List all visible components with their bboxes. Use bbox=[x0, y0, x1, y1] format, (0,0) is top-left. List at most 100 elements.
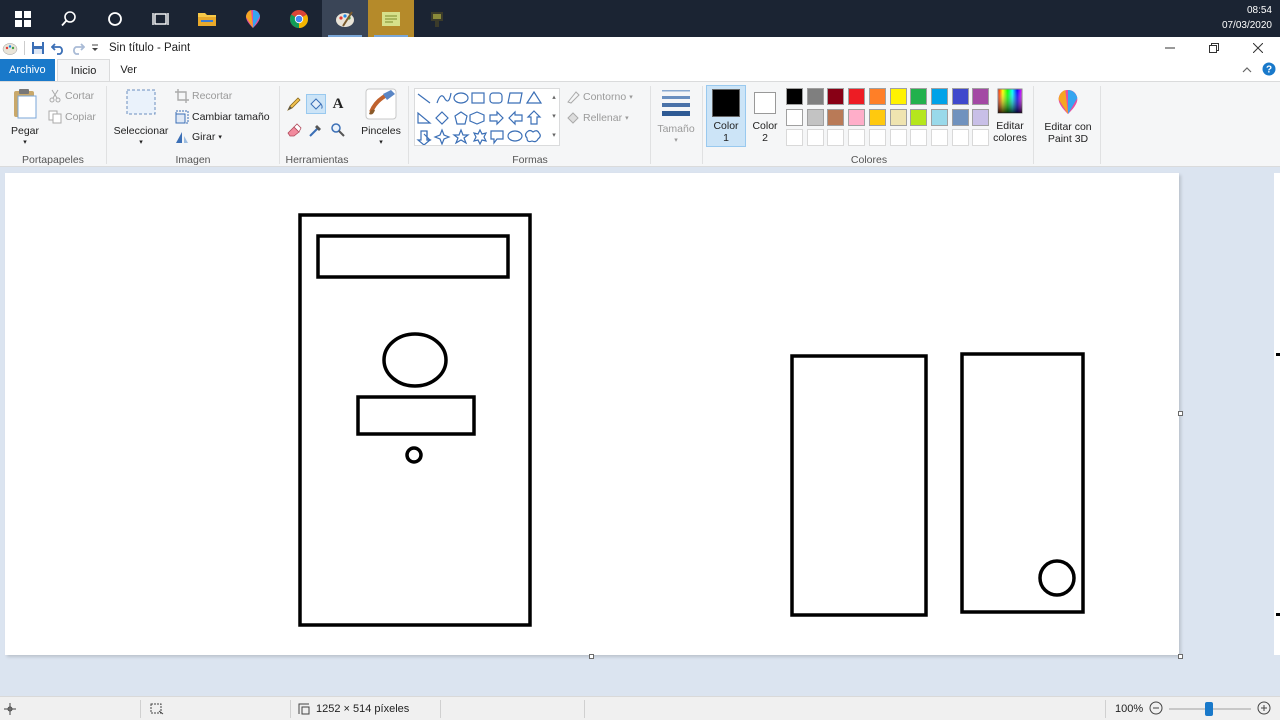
custom-color-slot[interactable] bbox=[868, 129, 886, 146]
save-icon[interactable] bbox=[31, 41, 45, 55]
shapes-gallery-scroll[interactable]: ▴ ▾ ▾ bbox=[548, 88, 560, 146]
help-icon[interactable]: ? bbox=[1262, 62, 1276, 79]
shapes-gallery[interactable] bbox=[414, 88, 560, 146]
palette-swatch[interactable] bbox=[827, 88, 845, 105]
fill-tool[interactable] bbox=[306, 94, 326, 114]
edit-colors-button[interactable]: Editar colores bbox=[990, 87, 1030, 144]
select-button[interactable]: Seleccionar ▾ bbox=[111, 88, 171, 149]
color2-button[interactable]: Color 2 bbox=[746, 85, 784, 147]
outline-button[interactable]: Contorno ▾ bbox=[566, 90, 633, 104]
minimize-button[interactable] bbox=[1148, 37, 1192, 59]
custom-color-slot[interactable] bbox=[786, 129, 803, 146]
zoom-slider[interactable] bbox=[1169, 702, 1252, 716]
custom-color-slot[interactable] bbox=[930, 129, 948, 146]
file-explorer-icon bbox=[198, 12, 216, 26]
edit-with-paint3d-button[interactable]: Editar con Paint 3D bbox=[1036, 88, 1100, 145]
task-view-button[interactable] bbox=[138, 0, 184, 37]
app-taskbar-button[interactable] bbox=[414, 0, 460, 37]
close-button[interactable] bbox=[1236, 37, 1280, 59]
palette-swatch[interactable] bbox=[848, 88, 866, 105]
resize-handle-corner[interactable] bbox=[1178, 654, 1183, 659]
custom-color-slot[interactable] bbox=[889, 129, 907, 146]
zoom-out-button[interactable] bbox=[1149, 701, 1163, 718]
magnifier-tool[interactable] bbox=[328, 120, 348, 140]
crop-button[interactable]: Recortar bbox=[175, 89, 232, 103]
fill-button[interactable]: Rellenar ▾ bbox=[566, 111, 629, 125]
canvas-workspace bbox=[0, 168, 1280, 696]
taskbar: 08:54 07/03/2020 bbox=[0, 0, 1280, 37]
palette-swatch[interactable] bbox=[868, 88, 886, 105]
start-button[interactable] bbox=[0, 0, 46, 37]
zoom-slider-thumb[interactable] bbox=[1205, 702, 1214, 716]
cut-button[interactable]: Cortar bbox=[48, 89, 94, 103]
brushes-button[interactable]: Pinceles ▾ bbox=[358, 88, 404, 149]
custom-color-slot[interactable] bbox=[848, 129, 866, 146]
custom-color-slot[interactable] bbox=[827, 129, 845, 146]
custom-color-slot[interactable] bbox=[972, 129, 990, 146]
copy-label: Copiar bbox=[65, 111, 96, 123]
paste-button[interactable]: Pegar ▾ bbox=[6, 88, 44, 149]
system-clock[interactable]: 08:54 07/03/2020 bbox=[1222, 3, 1272, 33]
palette-swatch[interactable] bbox=[972, 88, 990, 105]
resize-handle-right[interactable] bbox=[1178, 411, 1183, 416]
palette-swatch[interactable] bbox=[786, 88, 803, 105]
custom-color-slot[interactable] bbox=[806, 129, 824, 146]
custom-color-slot[interactable] bbox=[951, 129, 969, 146]
file-explorer-button[interactable] bbox=[184, 0, 230, 37]
palette-swatch[interactable] bbox=[889, 108, 907, 126]
status-divider bbox=[290, 700, 291, 718]
color-picker-tool[interactable] bbox=[306, 120, 326, 140]
rotate-label: Girar bbox=[192, 131, 216, 143]
restore-button[interactable] bbox=[1192, 37, 1236, 59]
tab-view[interactable]: Ver bbox=[110, 59, 147, 81]
minimize-icon bbox=[1165, 47, 1175, 49]
palette-swatch[interactable] bbox=[806, 88, 824, 105]
palette-swatch[interactable] bbox=[930, 88, 948, 105]
paint-app-icon[interactable] bbox=[2, 41, 18, 55]
tab-home[interactable]: Inicio bbox=[56, 59, 111, 81]
paint-taskbar-button[interactable] bbox=[322, 0, 368, 37]
palette-swatch[interactable] bbox=[951, 108, 969, 126]
image-size: 1252 × 514 píxeles bbox=[298, 697, 409, 720]
undo-icon[interactable] bbox=[51, 41, 65, 55]
chrome-button[interactable] bbox=[276, 0, 322, 37]
palette-swatch[interactable] bbox=[868, 108, 886, 126]
rotate-button[interactable]: Girar ▾ bbox=[175, 130, 222, 144]
palette-swatch[interactable] bbox=[951, 88, 969, 105]
palette-swatch[interactable] bbox=[930, 108, 948, 126]
paint-bucket-icon bbox=[310, 98, 323, 110]
resize-handle-bottom[interactable] bbox=[589, 654, 594, 659]
qat-dropdown-icon[interactable] bbox=[91, 43, 99, 53]
drawing-canvas[interactable] bbox=[5, 173, 1179, 655]
tools-group: A Herramientas bbox=[280, 82, 354, 168]
paint-3d-button[interactable] bbox=[230, 0, 276, 37]
zoom-in-button[interactable] bbox=[1257, 701, 1271, 718]
custom-color-slot[interactable] bbox=[910, 129, 928, 146]
palette-swatch[interactable] bbox=[827, 108, 845, 126]
brushes-group: Pinceles ▾ Pinceles bbox=[356, 82, 406, 168]
redo-icon[interactable] bbox=[71, 41, 85, 55]
selection-size bbox=[150, 697, 164, 720]
collapse-ribbon-icon[interactable] bbox=[1242, 65, 1252, 77]
search-button[interactable] bbox=[46, 0, 92, 37]
palette-swatch[interactable] bbox=[972, 108, 990, 126]
palette-swatch[interactable] bbox=[848, 108, 866, 126]
size-button[interactable]: Tamaño ▾ bbox=[654, 88, 698, 147]
palette-swatch[interactable] bbox=[786, 108, 803, 126]
color1-button[interactable]: Color 1 bbox=[706, 85, 746, 147]
copy-button[interactable]: Copiar bbox=[48, 110, 96, 124]
eraser-tool[interactable] bbox=[284, 120, 304, 140]
text-icon: A bbox=[332, 95, 344, 112]
tab-file[interactable]: Archivo bbox=[0, 59, 55, 81]
pencil-tool[interactable] bbox=[284, 94, 304, 114]
resize-button[interactable]: Cambiar tamaño bbox=[175, 110, 270, 124]
text-tool[interactable]: A bbox=[328, 94, 348, 114]
rotate-icon bbox=[176, 132, 188, 143]
palette-swatch[interactable] bbox=[910, 108, 928, 126]
palette-swatch[interactable] bbox=[889, 88, 907, 105]
cortana-button[interactable] bbox=[92, 0, 138, 37]
notes-taskbar-button[interactable] bbox=[368, 0, 414, 37]
ribbon: Pegar ▾ Cortar Copiar Portapapeles Selec… bbox=[0, 81, 1280, 167]
palette-swatch[interactable] bbox=[806, 108, 824, 126]
palette-swatch[interactable] bbox=[910, 88, 928, 105]
